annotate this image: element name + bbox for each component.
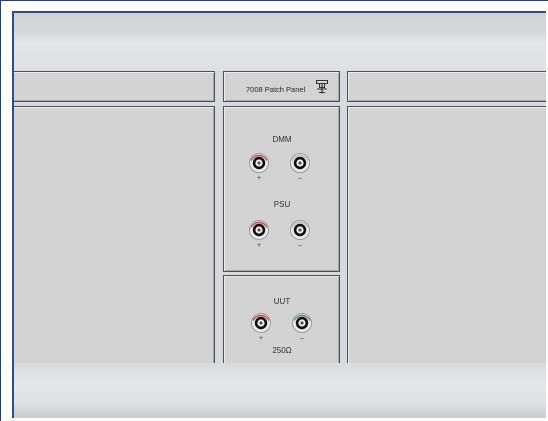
right-top-panel: [347, 71, 546, 102]
uut-resistance-label: 250Ω: [272, 346, 292, 355]
uut-negative-sign: –: [300, 335, 304, 342]
psu-positive-terminal[interactable]: [249, 220, 269, 240]
rack-bottom-band: [14, 363, 546, 418]
psu-positive-sign: +: [256, 242, 262, 249]
dmm-positive-sign: +: [256, 175, 262, 182]
dmm-negative-terminal[interactable]: [290, 153, 310, 173]
tektronix-style-logo-icon: [316, 80, 328, 94]
uut-label: UUT: [273, 297, 291, 306]
dmm-positive-terminal[interactable]: [249, 153, 269, 173]
psu-negative-terminal[interactable]: [290, 220, 310, 240]
dmm-label: DMM: [272, 135, 292, 144]
uut-positive-sign: +: [258, 335, 264, 342]
window-frame: 7008 Patch Panel DMM + – PSU + – UUT + –…: [0, 0, 548, 421]
psu-negative-sign: –: [298, 242, 302, 249]
left-top-panel: [14, 71, 215, 102]
psu-label: PSU: [273, 200, 291, 209]
rack-top-band: [14, 13, 546, 71]
dmm-negative-sign: –: [298, 175, 302, 182]
panel-title: 7008 Patch Panel: [246, 85, 306, 94]
right-blank-panel: [347, 106, 546, 366]
uut-positive-terminal[interactable]: [251, 313, 271, 333]
uut-panel: UUT + – 250Ω: [223, 275, 340, 366]
left-blank-panel: [14, 106, 215, 366]
uut-negative-terminal[interactable]: [292, 313, 312, 333]
dmm-psu-panel: DMM + – PSU + –: [223, 106, 340, 272]
instrument-rack: 7008 Patch Panel DMM + – PSU + – UUT + –…: [12, 11, 546, 418]
title-panel: 7008 Patch Panel: [223, 71, 340, 102]
